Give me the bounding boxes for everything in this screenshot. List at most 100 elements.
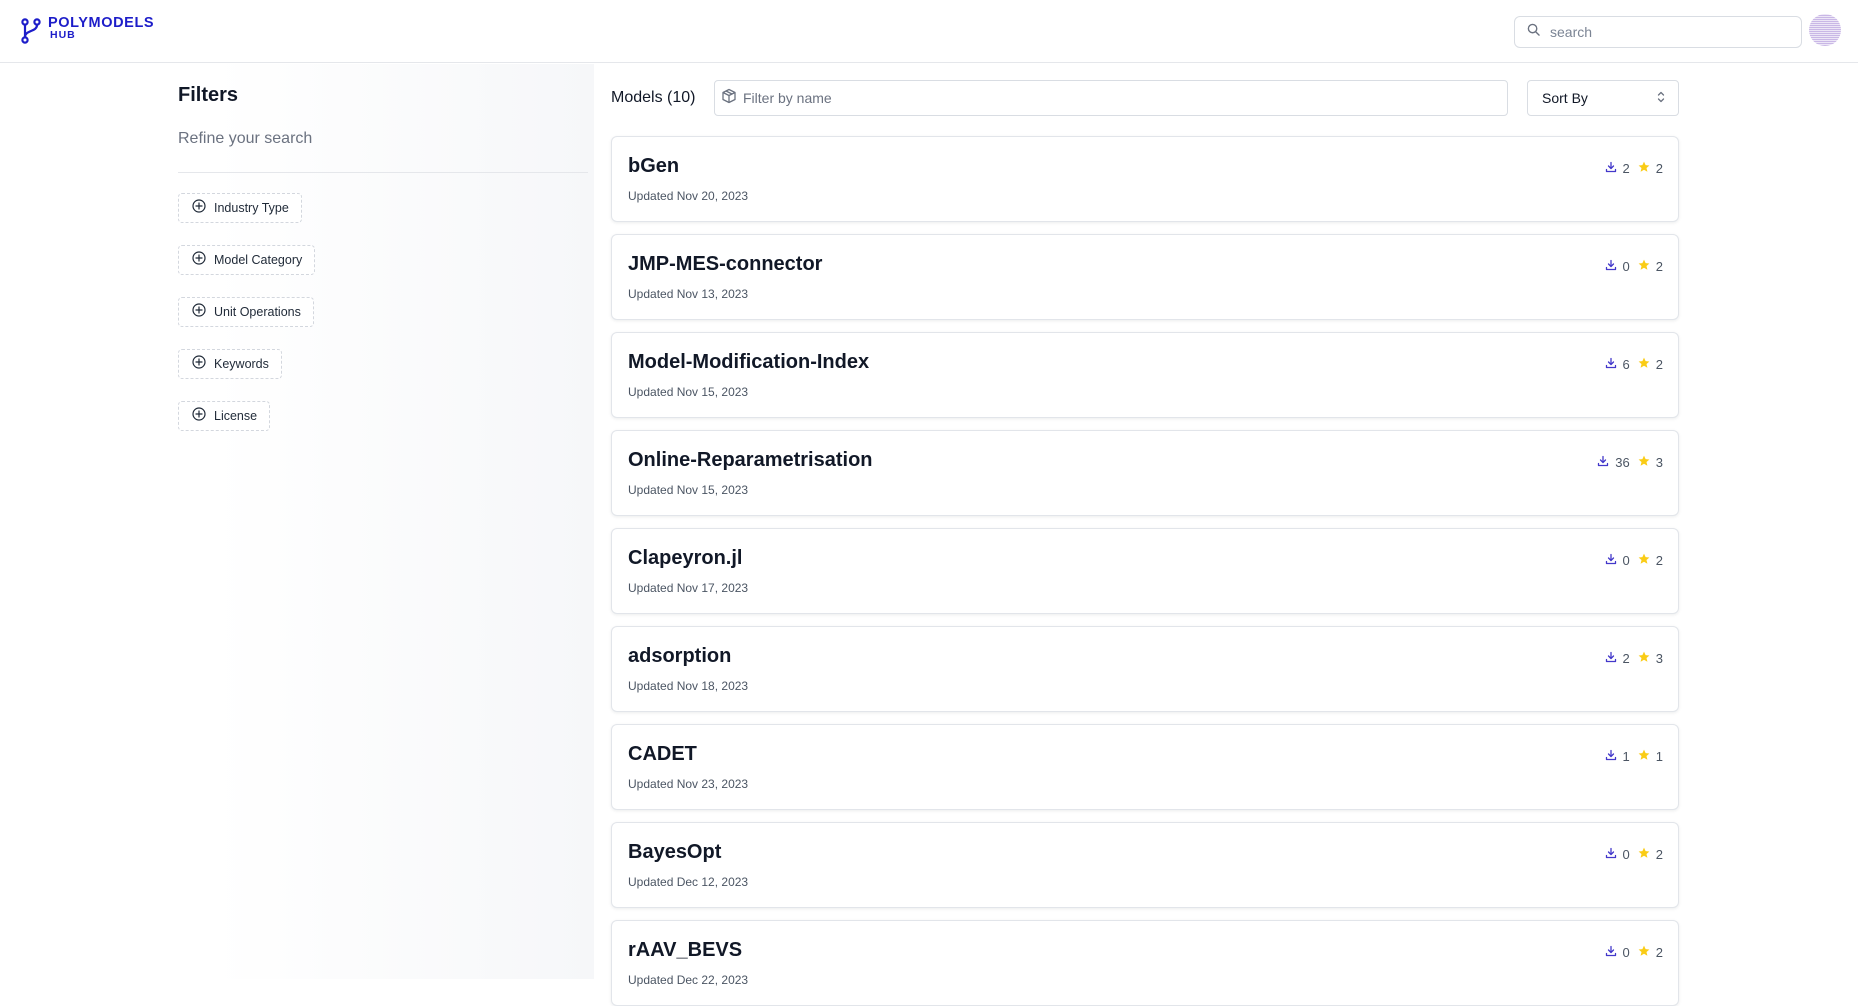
model-card[interactable]: Online-Reparametrisation Updated Nov 15, … [611, 430, 1679, 516]
star-count: 2 [1655, 259, 1663, 274]
model-card[interactable]: Model-Modification-Index Updated Nov 15, … [611, 332, 1679, 418]
model-updated: Updated Dec 12, 2023 [628, 875, 749, 889]
cube-icon [721, 88, 737, 109]
search-input[interactable] [1548, 23, 1792, 41]
logo-text: POLYMODELS HUB [48, 15, 155, 41]
star-icon [1638, 161, 1650, 176]
model-name[interactable]: Online-Reparametrisation [628, 449, 873, 472]
model-stats: 62 [1605, 357, 1663, 372]
branch-icon [20, 17, 42, 50]
download-icon [1605, 749, 1617, 764]
star-icon [1638, 553, 1650, 568]
model-updated: Updated Nov 17, 2023 [628, 581, 749, 595]
model-name[interactable]: JMP-MES-connector [628, 253, 822, 276]
top-header: POLYMODELS HUB [0, 0, 1858, 63]
logo[interactable]: POLYMODELS HUB [20, 15, 155, 50]
star-count: 2 [1655, 357, 1663, 372]
filter-chip-label: Industry Type [214, 201, 289, 215]
model-name[interactable]: Model-Modification-Index [628, 351, 869, 374]
download-count: 0 [1622, 553, 1630, 568]
model-card[interactable]: Clapeyron.jl Updated Nov 17, 2023 0 2 [611, 528, 1679, 614]
star-icon [1638, 847, 1650, 862]
star-count: 2 [1655, 945, 1663, 960]
filter-by-name[interactable] [714, 80, 1508, 116]
filter-by-name-input[interactable] [741, 89, 1485, 107]
header-search[interactable] [1514, 16, 1802, 48]
filter-chip-label: Model Category [214, 253, 303, 267]
model-stats: 11 [1605, 749, 1663, 764]
filter-chip-label: Keywords [214, 357, 269, 371]
download-count: 0 [1622, 847, 1630, 862]
model-stats: 02 [1605, 945, 1663, 960]
star-count: 1 [1655, 749, 1663, 764]
model-updated: Updated Nov 18, 2023 [628, 679, 749, 693]
download-count: 2 [1622, 651, 1630, 666]
sort-by-label: Sort By [1542, 90, 1588, 106]
model-stats: 02 [1605, 259, 1663, 274]
download-count: 0 [1622, 259, 1630, 274]
model-card[interactable]: CADET Updated Nov 23, 2023 1 1 [611, 724, 1679, 810]
model-stats: 02 [1605, 553, 1663, 568]
plus-circle-icon [192, 198, 206, 218]
model-updated: Updated Nov 15, 2023 [628, 483, 749, 497]
model-stats: 23 [1605, 651, 1663, 666]
model-card[interactable]: BayesOpt Updated Dec 12, 2023 0 2 [611, 822, 1679, 908]
star-icon [1638, 749, 1650, 764]
model-stats: 02 [1605, 847, 1663, 862]
user-avatar[interactable] [1809, 14, 1841, 46]
star-icon [1638, 651, 1650, 666]
filter-chip-label: Unit Operations [214, 305, 301, 319]
models-count: Models (10) [611, 89, 696, 106]
sort-by-select[interactable]: Sort By [1527, 80, 1679, 116]
filter-chip[interactable]: Unit Operations [178, 297, 314, 327]
download-count: 36 [1615, 455, 1630, 470]
download-icon [1605, 357, 1617, 372]
star-count: 2 [1655, 847, 1663, 862]
download-icon [1605, 651, 1617, 666]
model-stats: 22 [1605, 161, 1663, 176]
star-icon [1638, 259, 1650, 274]
download-count: 2 [1622, 161, 1630, 176]
download-icon [1605, 259, 1617, 274]
download-icon [1605, 553, 1617, 568]
sidebar-divider [178, 172, 588, 173]
model-card[interactable]: rAAV_BEVS Updated Dec 22, 2023 0 2 [611, 920, 1679, 1006]
filters-subtitle: Refine your search [178, 130, 313, 147]
model-updated: Updated Nov 23, 2023 [628, 777, 749, 791]
download-icon [1605, 161, 1617, 176]
model-name[interactable]: rAAV_BEVS [628, 939, 742, 962]
star-count: 3 [1655, 455, 1663, 470]
filter-chip-label: License [214, 409, 258, 423]
filter-chip[interactable]: License [178, 401, 271, 431]
search-icon [1527, 23, 1540, 41]
star-icon [1638, 357, 1650, 372]
filters-title: Filters [178, 84, 239, 106]
filter-chip[interactable]: Model Category [178, 245, 316, 275]
model-name[interactable]: BayesOpt [628, 841, 721, 864]
model-updated: Updated Dec 22, 2023 [628, 973, 749, 987]
download-icon [1605, 847, 1617, 862]
model-updated: Updated Nov 13, 2023 [628, 287, 749, 301]
model-name[interactable]: bGen [628, 155, 679, 178]
model-card[interactable]: JMP-MES-connector Updated Nov 13, 2023 0 2 [611, 234, 1679, 320]
download-count: 1 [1622, 749, 1630, 764]
plus-circle-icon [192, 406, 206, 426]
filter-chip[interactable]: Industry Type [178, 193, 302, 223]
plus-circle-icon [192, 250, 206, 270]
model-updated: Updated Nov 15, 2023 [628, 385, 749, 399]
plus-circle-icon [192, 354, 206, 374]
filter-chip[interactable]: Keywords [178, 349, 282, 379]
model-card[interactable]: adsorption Updated Nov 18, 2023 2 3 [611, 626, 1679, 712]
model-name[interactable]: CADET [628, 743, 697, 766]
star-count: 2 [1655, 161, 1663, 176]
model-name[interactable]: adsorption [628, 645, 731, 668]
download-count: 6 [1622, 357, 1630, 372]
chevron-up-down-icon [1656, 90, 1666, 107]
model-updated: Updated Nov 20, 2023 [628, 189, 749, 203]
download-count: 0 [1622, 945, 1630, 960]
logo-title: POLYMODELS [48, 15, 155, 31]
model-card[interactable]: bGen Updated Nov 20, 2023 2 2 [611, 136, 1679, 222]
download-icon [1605, 945, 1617, 960]
download-icon [1597, 455, 1609, 470]
model-name[interactable]: Clapeyron.jl [628, 547, 742, 570]
